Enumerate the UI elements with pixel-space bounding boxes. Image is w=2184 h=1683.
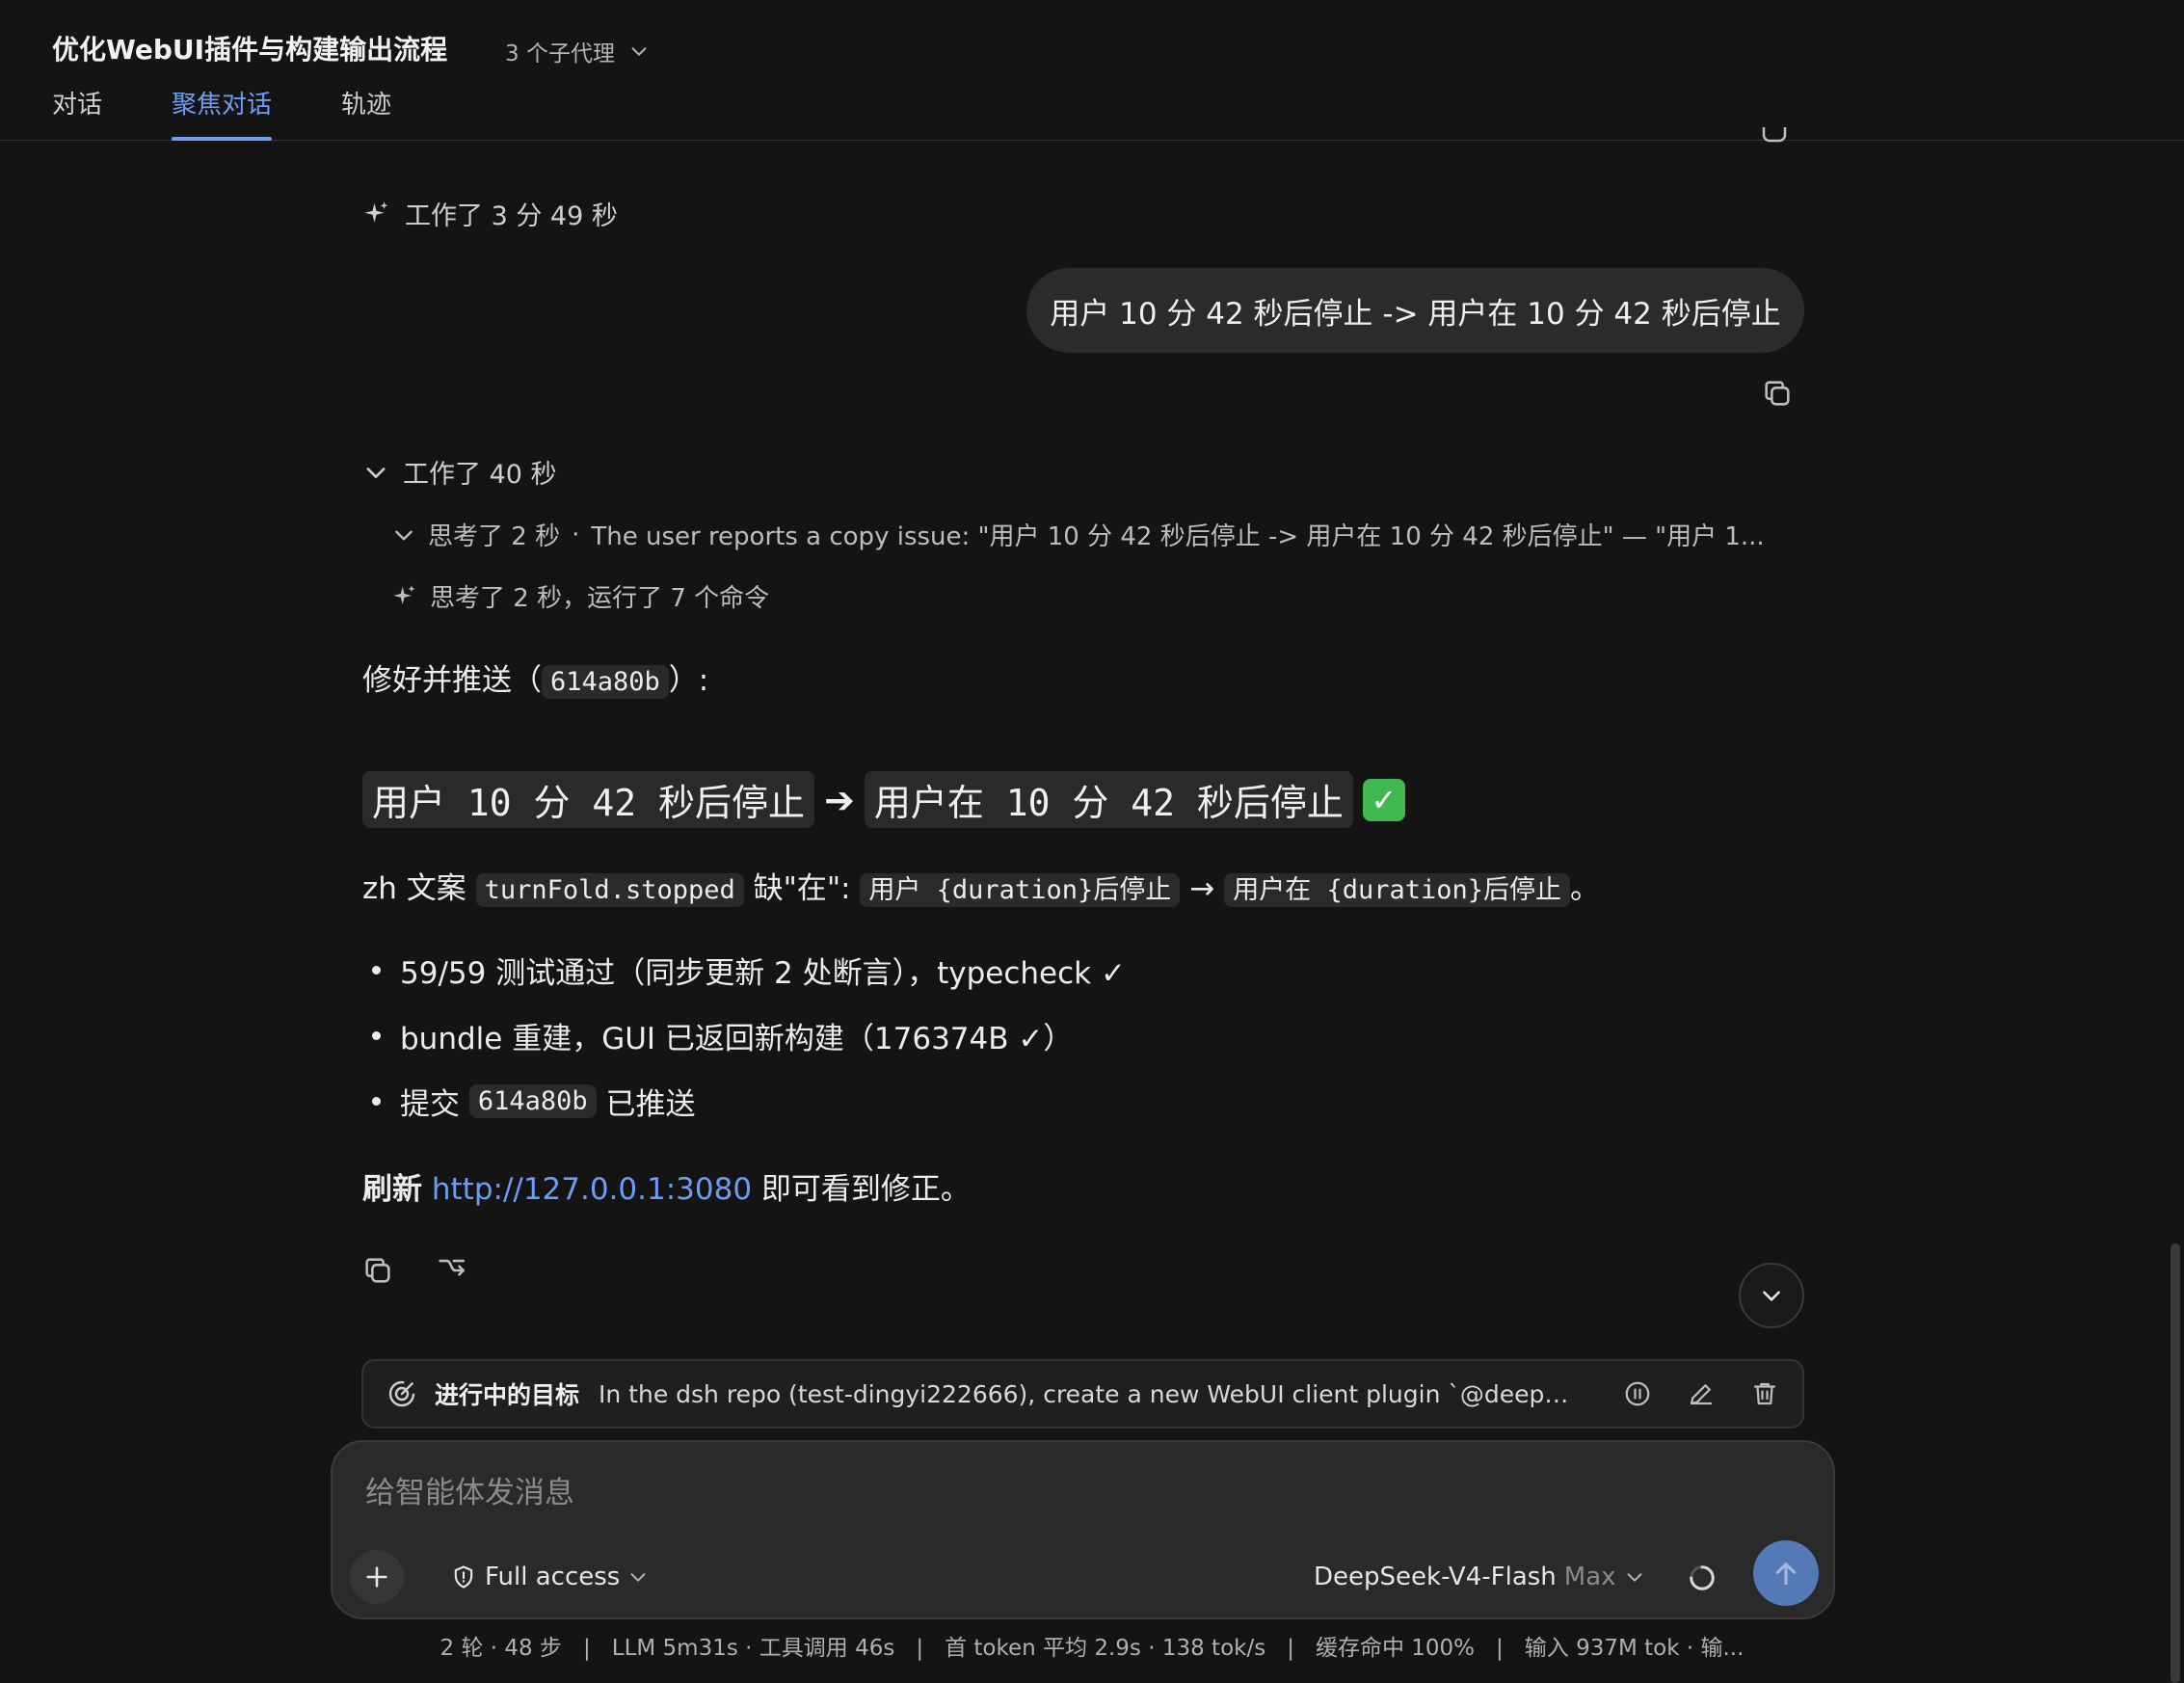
translation-key-code: turnFold.stopped [475,873,744,907]
stats-turns: 2 轮 · 48 步 [439,1636,563,1661]
user-message-bubble: 用户 10 分 42 秒后停止 -> 用户在 10 分 42 秒后停止 [1026,268,1804,353]
heading-arrow: ➔ [824,778,855,821]
edit-goal-button[interactable] [1687,1379,1716,1408]
thought-1[interactable]: 思考了 2 秒 · The user reports a copy issue:… [391,517,1789,552]
access-mode-label: Full access [485,1563,621,1591]
stats-cache: 缓存命中 100% [1315,1636,1476,1661]
old-copy-code: 用户 {duration}后停止 [860,873,1181,907]
separator-dot: · [572,520,580,549]
scrollbar[interactable] [2171,1243,2180,1683]
local-url-link[interactable]: http://127.0.0.1:3080 [432,1172,752,1207]
active-goal-bar: 进行中的目标 In the dsh repo (test-dingyi22266… [361,1359,1804,1429]
chevron-down-icon [366,467,386,478]
chevron-down-icon [630,1573,646,1582]
send-button[interactable] [1753,1540,1819,1606]
add-attachment-button[interactable] [350,1550,404,1604]
tab-trajectory[interactable]: 轨迹 [341,85,391,141]
new-copy-code: 用户在 {duration}后停止 [1224,873,1571,907]
copy-icon[interactable] [1760,125,1789,147]
list-item: 提交 614a80b 已推送 [372,1068,1126,1134]
chevron-down-icon [631,47,647,56]
session-stats: 2 轮 · 48 步 | LLM 5m31s · 工具调用 46s | 首 token … [439,1636,1745,1661]
thought-2-label: 思考了 2 秒，运行了 7 个命令 [430,584,770,613]
tab-conversation[interactable]: 对话 [52,85,102,141]
pause-goal-button[interactable] [1623,1379,1652,1408]
chevron-down-icon [1763,1291,1780,1301]
target-icon [388,1380,415,1407]
subagents-label: 3 个子代理 [505,41,615,67]
work-summary-1-label: 工作了 3 分 49 秒 [405,201,618,231]
work-summary-2-label: 工作了 40 秒 [403,460,557,490]
reply-change-line: zh 文案 turnFold.stopped 缺"在": 用户 {duratio… [362,871,1601,907]
heading-code-before: 用户 10 分 42 秒后停止 [362,771,815,828]
goal-text: In the dsh repo (test-dingyi222666), cre… [599,1379,1573,1408]
subagents-dropdown[interactable]: 3 个子代理 [505,35,650,67]
copy-message-button[interactable] [1758,374,1797,413]
stats-first-token: 首 token 平均 2.9s · 138 tok/s [945,1636,1266,1661]
reply-intro: 修好并推送（ 614a80b）: [362,663,709,699]
sparkle-icon [393,584,415,604]
sparkle-icon [364,201,388,223]
plus-icon [366,1566,387,1588]
thought-2[interactable]: 思考了 2 秒，运行了 7 个命令 [391,578,769,614]
branch-button[interactable] [432,1251,470,1290]
edit-icon [1690,1384,1713,1405]
branch-icon [439,1259,466,1276]
commit-hash-code: 614a80b [468,1083,597,1118]
model-effort: Max [1563,1563,1616,1591]
trash-icon [1753,1382,1776,1405]
reply-refresh-line: 刷新 http://127.0.0.1:3080 即可看到修正。 [362,1172,971,1207]
commit-hash-code: 614a80b [542,665,669,699]
stats-input: 输入 937M tok · 输... [1524,1636,1745,1661]
shield-icon [454,1565,473,1589]
spinner-icon [1690,1565,1715,1590]
message-input[interactable] [365,1469,1792,1517]
reply-heading: 用户 10 分 42 秒后停止 ➔ 用户在 10 分 42 秒后停止 ✓ [362,771,1405,828]
stats-llm: LLM 5m31s · 工具调用 46s [611,1636,895,1661]
heading-code-after: 用户在 10 分 42 秒后停止 [864,771,1353,828]
copy-icon [365,1258,390,1283]
chevron-down-icon [1627,1573,1641,1582]
copy-icon [1765,381,1790,406]
list-item: bundle 重建，GUI 已返回新构建（176374B ✓） [372,1002,1126,1068]
arrow-up-icon [1775,1563,1797,1586]
check-mark-icon: ✓ [1362,778,1405,821]
header: 优化WebUI插件与构建输出流程 3 个子代理 对话 聚焦对话 轨迹 [0,0,2184,141]
tab-focused-conversation[interactable]: 聚焦对话 [172,85,273,141]
message-composer: Full access DeepSeek-V4-Flash Max [331,1440,1835,1619]
scroll-to-bottom-button[interactable] [1739,1263,1804,1328]
pause-icon [1625,1381,1650,1406]
copy-reply-button[interactable] [359,1251,397,1290]
work-summary-2[interactable]: 工作了 40 秒 [362,453,557,491]
delete-goal-button[interactable] [1750,1379,1779,1408]
goal-actions [1623,1361,1779,1427]
list-item: 59/59 测试通过（同步更新 2 处断言），typecheck ✓ [372,937,1126,1002]
reply-bullet-list: 59/59 测试通过（同步更新 2 处断言），typecheck ✓ bundl… [372,937,1126,1134]
chevron-down-icon [395,530,413,541]
model-selector-dropdown[interactable]: DeepSeek-V4-Flash Max [1314,1556,1645,1598]
access-mode-dropdown[interactable]: Full access [450,1556,649,1598]
goal-label: 进行中的目标 [435,1381,580,1409]
work-summary-1[interactable]: 工作了 3 分 49 秒 [362,195,618,232]
page-title: 优化WebUI插件与构建输出流程 [52,34,448,66]
model-name: DeepSeek-V4-Flash [1314,1563,1557,1591]
user-message-text: 用户 10 分 42 秒后停止 -> 用户在 10 分 42 秒后停止 [1050,296,1781,332]
thought-1-label: 思考了 2 秒 [428,522,561,551]
thought-1-summary: The user reports a copy issue: "用户 10 分 … [591,522,1765,551]
tab-bar: 对话 聚焦对话 轨迹 [52,85,391,141]
